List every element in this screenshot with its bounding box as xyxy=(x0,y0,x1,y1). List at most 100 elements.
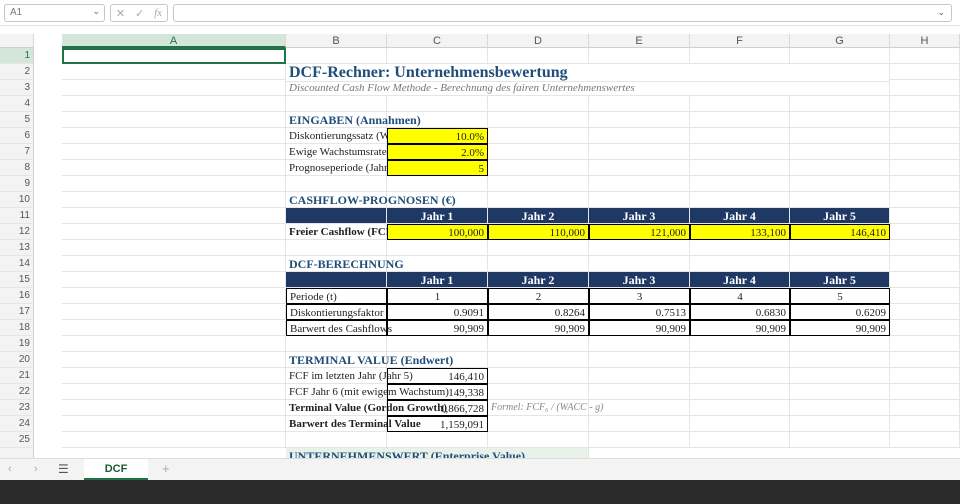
formula-note[interactable]: Formel: FCF₆ / (WACC - g) xyxy=(488,400,603,416)
dcf-value[interactable]: 0.7513 xyxy=(589,304,690,320)
empty-cell[interactable] xyxy=(286,336,387,352)
terminal-label[interactable]: Terminal Value (Gordon Growth) xyxy=(286,400,447,416)
column-header-b[interactable]: B xyxy=(286,34,387,48)
row-header[interactable]: 17 xyxy=(0,304,34,320)
year-header[interactable]: Jahr 3 xyxy=(589,208,690,224)
empty-cell[interactable] xyxy=(890,272,960,288)
row-header[interactable]: 11 xyxy=(0,208,34,224)
empty-cell[interactable] xyxy=(690,352,790,368)
empty-cell[interactable] xyxy=(488,256,589,272)
column-header-g[interactable]: G xyxy=(790,34,890,48)
empty-cell[interactable] xyxy=(589,416,690,432)
empty-cell[interactable] xyxy=(488,368,589,384)
empty-cell[interactable] xyxy=(387,176,488,192)
empty-cell[interactable] xyxy=(690,368,790,384)
terminal-label[interactable]: FCF Jahr 6 (mit ewigem Wachstum) xyxy=(286,384,449,400)
terminal-value[interactable]: 146,410 xyxy=(387,368,488,384)
empty-cell[interactable] xyxy=(890,64,960,80)
name-box[interactable]: A1 ⌄ xyxy=(4,4,105,22)
empty-cell[interactable] xyxy=(62,144,286,160)
row-header[interactable]: 4 xyxy=(0,96,34,112)
row-header[interactable]: 8 xyxy=(0,160,34,176)
row-header[interactable]: 9 xyxy=(0,176,34,192)
empty-cell[interactable] xyxy=(62,96,286,112)
row-header[interactable]: 24 xyxy=(0,416,34,432)
empty-cell[interactable] xyxy=(890,336,960,352)
empty-cell[interactable] xyxy=(790,160,890,176)
year-header[interactable]: Jahr 1 xyxy=(387,208,488,224)
dcf-value[interactable]: 90,909 xyxy=(589,320,690,336)
dcf-value[interactable]: 3 xyxy=(589,288,690,304)
empty-cell[interactable] xyxy=(589,368,690,384)
empty-cell[interactable] xyxy=(589,240,690,256)
empty-cell[interactable] xyxy=(62,192,286,208)
empty-cell[interactable] xyxy=(62,432,286,448)
empty-cell[interactable] xyxy=(589,160,690,176)
empty-cell[interactable] xyxy=(790,112,890,128)
cell-a1[interactable] xyxy=(62,48,286,64)
empty-cell[interactable] xyxy=(62,336,286,352)
dcf-value[interactable]: 90,909 xyxy=(387,320,488,336)
section-heading-inputs[interactable]: EINGABEN (Annahmen) xyxy=(286,112,421,128)
empty-cell[interactable] xyxy=(387,240,488,256)
empty-cell[interactable] xyxy=(62,416,286,432)
enter-icon[interactable]: ✓ xyxy=(135,7,144,20)
empty-cell[interactable] xyxy=(589,400,690,416)
empty-cell[interactable] xyxy=(890,128,960,144)
empty-cell[interactable] xyxy=(488,416,589,432)
row-header[interactable]: 3 xyxy=(0,80,34,96)
empty-cell[interactable] xyxy=(890,240,960,256)
chevron-down-icon[interactable]: ⌄ xyxy=(92,6,100,17)
year-header[interactable]: Jahr 2 xyxy=(488,208,589,224)
formula-input[interactable]: ⌄ xyxy=(173,4,952,22)
empty-cell[interactable] xyxy=(790,368,890,384)
empty-cell[interactable] xyxy=(890,96,960,112)
year-header[interactable]: Jahr 3 xyxy=(589,272,690,288)
empty-cell[interactable] xyxy=(890,112,960,128)
empty-cell[interactable] xyxy=(890,288,960,304)
empty-cell[interactable] xyxy=(890,80,960,96)
empty-cell[interactable] xyxy=(488,176,589,192)
dcf-value[interactable]: 90,909 xyxy=(690,320,790,336)
empty-cell[interactable] xyxy=(790,192,890,208)
dcf-value[interactable]: 0.6209 xyxy=(790,304,890,320)
empty-cell[interactable] xyxy=(890,400,960,416)
empty-cell[interactable] xyxy=(62,112,286,128)
row-header[interactable]: 20 xyxy=(0,352,34,368)
empty-cell[interactable] xyxy=(790,352,890,368)
row-header[interactable]: 25 xyxy=(0,432,34,448)
scroll-left-icon[interactable]: ‹ xyxy=(8,463,12,475)
empty-cell[interactable] xyxy=(589,352,690,368)
empty-cell[interactable] xyxy=(790,416,890,432)
empty-cell[interactable] xyxy=(790,176,890,192)
empty-cell[interactable] xyxy=(690,400,790,416)
row-header[interactable]: 12 xyxy=(0,224,34,240)
row-header[interactable]: 19 xyxy=(0,336,34,352)
empty-cell[interactable] xyxy=(589,336,690,352)
empty-cell[interactable] xyxy=(488,432,589,448)
fcf-value[interactable]: 121,000 xyxy=(589,224,690,240)
empty-cell[interactable] xyxy=(890,304,960,320)
empty-cell[interactable] xyxy=(690,384,790,400)
empty-cell[interactable] xyxy=(589,256,690,272)
empty-cell[interactable] xyxy=(890,224,960,240)
function-icon[interactable]: fx xyxy=(154,7,162,19)
empty-cell[interactable] xyxy=(790,432,890,448)
empty-cell[interactable] xyxy=(690,432,790,448)
terminal-label[interactable]: FCF im letzten Jahr (Jahr 5) xyxy=(286,368,413,384)
all-sheets-menu-icon[interactable]: ☰ xyxy=(58,462,69,476)
empty-cell[interactable] xyxy=(690,128,790,144)
empty-cell[interactable] xyxy=(790,96,890,112)
empty-cell[interactable] xyxy=(890,208,960,224)
column-header-d[interactable]: D xyxy=(488,34,589,48)
input-value[interactable]: 2.0% xyxy=(387,144,488,160)
terminal-label[interactable]: Barwert des Terminal Value xyxy=(286,416,421,432)
empty-cell[interactable] xyxy=(488,240,589,256)
row-header[interactable]: 13 xyxy=(0,240,34,256)
empty-cell[interactable] xyxy=(589,384,690,400)
spreadsheet-grid[interactable]: ABCDEFGHI12DCF-Rechner: Unternehmensbewe… xyxy=(0,34,960,460)
year-header[interactable]: Jahr 5 xyxy=(790,272,890,288)
dcf-row-label[interactable]: Barwert des Cashflows xyxy=(286,320,392,336)
empty-cell[interactable] xyxy=(62,160,286,176)
empty-cell[interactable] xyxy=(690,160,790,176)
